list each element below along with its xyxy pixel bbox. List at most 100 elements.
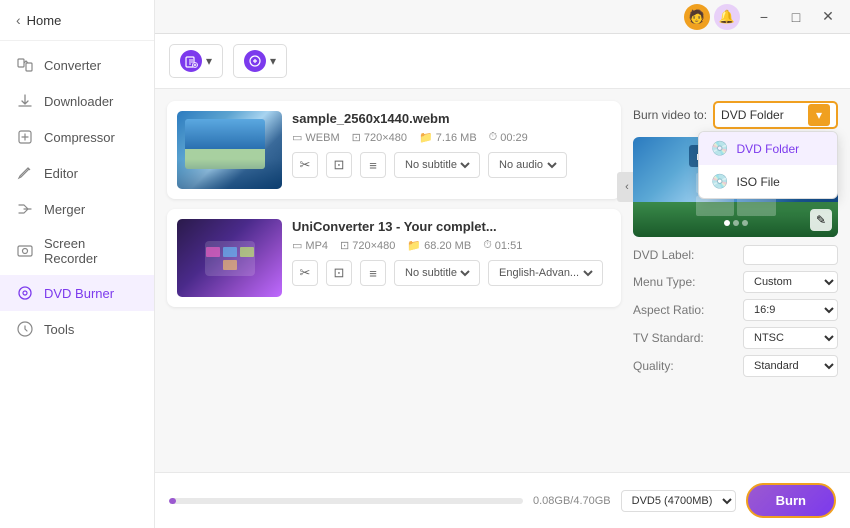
subtitle-select[interactable]: No subtitle [401,158,473,172]
converter-icon [16,56,34,74]
sidebar-item-tools[interactable]: Tools [0,311,154,347]
crop-button[interactable]: ⊡ [326,260,352,286]
sidebar-item-screen-recorder[interactable]: Screen Recorder [0,227,154,275]
file-info: sample_2560x1440.webm ▭ WEBM ⊡ 720×480 [292,111,611,189]
file-card: UniConverter 13 - Your complet... ▭ MP4 … [167,209,621,307]
disc-type-select[interactable]: DVD5 (4700MB) DVD9 (8500MB) [621,490,736,512]
file-card: sample_2560x1440.webm ▭ WEBM ⊡ 720×480 [167,101,621,199]
file-meta: ▭ WEBM ⊡ 720×480 📁 7.16 MB [292,131,611,144]
sidebar-item-editor[interactable]: Editor [0,155,154,191]
dropdown-item-label: DVD Folder [736,142,799,156]
cut-button[interactable]: ✂ [292,260,318,286]
sidebar: ‹ Home Converter [0,0,155,528]
preview-cell [737,196,776,216]
size-icon: 📁 [407,239,421,252]
settings-area: DVD Label: Menu Type: Custom None Style … [633,245,838,377]
resolution-icon: ⊡ [352,131,361,144]
duration-icon: ⏱ [489,131,498,144]
main-content: 🧑 🔔 − □ ✕ [155,0,850,528]
audio-select-wrapper[interactable]: No audio [488,152,567,178]
file-duration: ⏱ 01:51 [483,239,522,252]
quality-label: Quality: [633,359,674,373]
sidebar-item-label: Downloader [44,94,113,109]
aspect-ratio-label: Aspect Ratio: [633,303,704,317]
preview-cell [696,196,735,216]
audio-select[interactable]: English-Advan... [495,266,596,280]
duration-icon: ⏱ [483,239,492,252]
menu-type-row: Menu Type: Custom None Style 1 [633,271,838,293]
file-duration: ⏱ 00:29 [489,131,528,144]
file-size: 📁 7.16 MB [419,131,477,144]
tv-standard-select[interactable]: NTSC PAL [743,327,838,349]
sidebar-item-label: Converter [44,58,101,73]
content-area: sample_2560x1440.webm ▭ WEBM ⊡ 720×480 [155,89,850,472]
progress-bar [169,498,523,504]
add-file-icon [180,50,202,72]
file-format: ▭ WEBM [292,131,340,144]
main-toolbar: ▾ ▾ [155,34,850,89]
sidebar-item-dvd-burner[interactable]: DVD Burner [0,275,154,311]
burn-button[interactable]: Burn [746,483,836,518]
sidebar-item-downloader[interactable]: Downloader [0,83,154,119]
tools-icon [16,320,34,338]
merger-icon [16,200,34,218]
aspect-ratio-select[interactable]: 16:9 4:3 [743,299,838,321]
burn-to-row: Burn video to: DVD Folder ▾ 💿 DVD Folder [633,101,838,129]
dvd-label-row: DVD Label: [633,245,838,265]
file-format: ▭ MP4 [292,239,328,252]
sidebar-item-compressor[interactable]: Compressor [0,119,154,155]
dvd-burner-icon [16,284,34,302]
aspect-ratio-row: Aspect Ratio: 16:9 4:3 [633,299,838,321]
app-bar: 🧑 🔔 − □ ✕ [155,0,850,34]
crop-button[interactable]: ⊡ [326,152,352,178]
file-resolution: ⊡ 720×480 [340,239,395,252]
storage-info: 0.08GB/4.70GB [533,495,611,507]
notification-icon[interactable]: 🔔 [714,4,740,30]
sidebar-item-label: Merger [44,202,85,217]
add-menu-icon [244,50,266,72]
sidebar-item-merger[interactable]: Merger [0,191,154,227]
sidebar-back-button[interactable]: ‹ Home [0,0,154,41]
user-avatar-icon[interactable]: 🧑 [684,4,710,30]
dropdown-item-iso-file[interactable]: 💿 ISO File [699,165,837,198]
audio-select-wrapper[interactable]: English-Advan... [488,260,603,286]
preview-edit-button[interactable]: ✎ [810,209,832,231]
add-menu-button[interactable]: ▾ [233,44,287,78]
sidebar-item-converter[interactable]: Converter [0,47,154,83]
progress-fill [169,498,176,504]
file-meta: ▭ MP4 ⊡ 720×480 📁 68.20 MB [292,239,611,252]
preview-dot [742,220,748,226]
dropdown-item-label: ISO File [736,175,779,189]
close-button[interactable]: ✕ [814,3,842,31]
sidebar-item-label: Compressor [44,130,115,145]
quality-select[interactable]: Standard High Low [743,355,838,377]
file-name: UniConverter 13 - Your complet... [292,219,611,234]
dropdown-item-dvd-folder[interactable]: 💿 DVD Folder [699,132,837,165]
dvd-folder-icon: 💿 [711,140,728,157]
bottom-bar: 0.08GB/4.70GB DVD5 (4700MB) DVD9 (8500MB… [155,472,850,528]
sidebar-item-label: Screen Recorder [44,236,138,266]
subtitle-select-wrapper[interactable]: No subtitle [394,260,480,286]
thumbnail-image [177,219,282,297]
subtitle-select[interactable]: No subtitle [401,266,473,280]
sidebar-item-label: Tools [44,322,74,337]
effects-button[interactable]: ≡ [360,260,386,286]
maximize-button[interactable]: □ [782,3,810,31]
file-info: UniConverter 13 - Your complet... ▭ MP4 … [292,219,611,297]
minimize-button[interactable]: − [750,3,778,31]
dvd-label-label: DVD Label: [633,248,694,262]
effects-button[interactable]: ≡ [360,152,386,178]
burn-to-button[interactable]: DVD Folder ▾ [713,101,838,129]
downloader-icon [16,92,34,110]
dvd-label-input[interactable] [743,245,838,265]
chevron-down-icon: ▾ [808,104,830,126]
file-actions: ✂ ⊡ ≡ No subtitle En [292,260,611,286]
cut-button[interactable]: ✂ [292,152,318,178]
audio-select[interactable]: No audio [495,158,560,172]
subtitle-select-wrapper[interactable]: No subtitle [394,152,480,178]
file-resolution: ⊡ 720×480 [352,131,407,144]
menu-type-select[interactable]: Custom None Style 1 [743,271,838,293]
tv-standard-row: TV Standard: NTSC PAL [633,327,838,349]
file-actions: ✂ ⊡ ≡ No subtitle No [292,152,611,178]
add-file-button[interactable]: ▾ [169,44,223,78]
